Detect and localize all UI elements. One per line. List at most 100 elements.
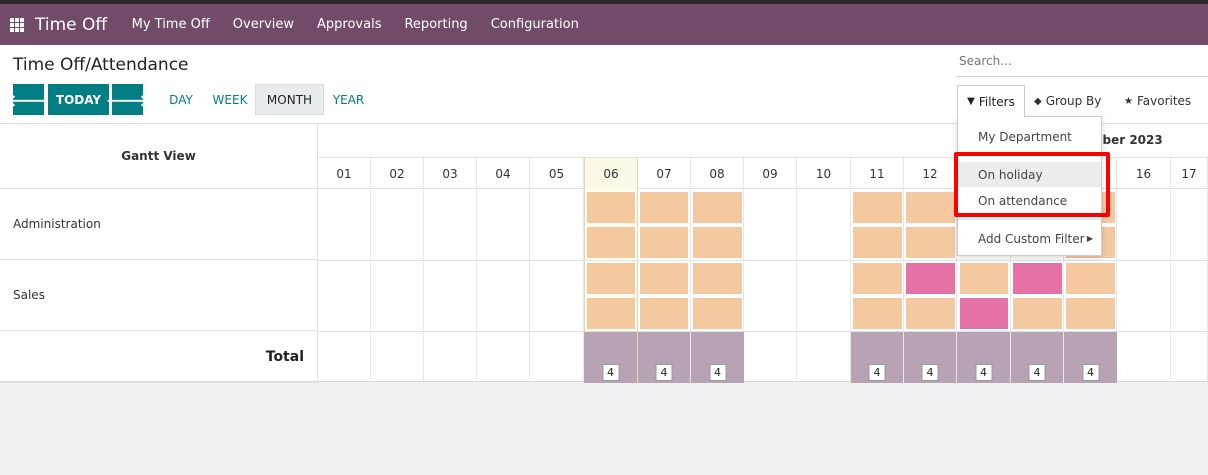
day-column[interactable] [1117,189,1171,383]
time-off-pill-holiday[interactable] [906,263,955,294]
time-off-pill[interactable] [1013,298,1062,329]
time-off-pill-holiday[interactable] [960,298,1008,329]
day-header-02: 02 [371,158,424,189]
day-header-17: 17 [1171,158,1208,189]
time-off-pill[interactable] [906,298,955,329]
menu-divider [958,219,1101,220]
day-header-01: 01 [318,158,371,189]
day-column[interactable] [477,189,530,383]
time-off-pill[interactable] [640,263,688,294]
add-custom-filter-label: Add Custom Filter [978,231,1085,246]
row-label-administration[interactable]: Administration [0,189,318,260]
today-button[interactable]: TODAY [48,84,109,115]
total-bar-15: 4 [1064,332,1117,383]
time-off-pill-holiday[interactable] [1013,263,1062,294]
day-header-05: 05 [530,158,584,189]
day-header-12: 12 [904,158,957,189]
star-icon: ★ [1124,95,1133,107]
time-off-pill[interactable] [906,227,955,258]
total-count: 4 [602,364,619,381]
filter-my-department[interactable]: My Department [958,124,1101,149]
time-off-pill[interactable] [640,192,688,223]
time-off-pill[interactable] [960,263,1008,294]
day-column[interactable] [744,189,797,383]
day-header-06: 06 [584,158,638,189]
time-off-pill[interactable] [693,192,742,223]
apps-grid-icon[interactable] [10,17,24,32]
day-header-08: 08 [691,158,744,189]
time-off-pill[interactable] [587,227,635,258]
favorites-label: Favorites [1136,94,1192,108]
total-bar-08: 4 [691,332,744,383]
nav-approvals[interactable]: Approvals [306,17,393,32]
nav-my-time-off[interactable]: My Time Off [120,17,221,32]
time-off-pill[interactable] [853,192,902,223]
total-bar-13: 4 [957,332,1010,383]
group-by-label: Group By [1045,94,1102,108]
time-off-pill[interactable] [853,263,902,294]
total-bar-06: 4 [584,332,637,383]
time-off-pill[interactable] [587,263,635,294]
day-header-10: 10 [797,158,851,189]
day-header-04: 04 [477,158,530,189]
top-navbar: Time Off My Time Off Overview Approvals … [0,4,1208,45]
add-custom-filter[interactable]: Add Custom Filter ▶ [958,226,1101,251]
total-count: 4 [868,364,886,381]
day-column[interactable] [424,189,477,383]
filters-button[interactable]: ▼ Filters [957,85,1025,117]
scale-year-button[interactable]: YEAR [326,84,371,115]
row-divider [318,260,1208,261]
total-bar-12: 4 [904,332,956,383]
total-count: 4 [1028,364,1046,381]
highlight-annotation-box [954,152,1110,217]
time-off-pill[interactable] [640,298,688,329]
total-bar-11: 4 [851,332,903,383]
nav-configuration[interactable]: Configuration [479,17,590,32]
day-header-16: 16 [1117,158,1171,189]
time-off-pill[interactable] [853,298,902,329]
caret-right-icon: ▶ [1086,234,1093,243]
time-off-pill[interactable] [1066,298,1115,329]
search-box[interactable] [956,45,1208,77]
time-off-pill[interactable] [587,192,635,223]
favorites-button[interactable]: ★ Favorites [1124,85,1191,117]
time-off-pill[interactable] [693,298,742,329]
day-column[interactable] [371,189,424,383]
gantt-view-title: Gantt View [0,124,318,189]
search-input[interactable] [956,45,1208,76]
nav-reporting[interactable]: Reporting [393,17,479,32]
day-column[interactable] [530,189,584,383]
scale-day-button[interactable]: DAY [162,84,200,115]
time-off-pill[interactable] [587,298,635,329]
day-header-11: 11 [851,158,904,189]
day-column[interactable] [797,189,851,383]
row-label-total: Total [0,331,318,383]
time-off-pill[interactable] [693,263,742,294]
arrow-right-icon: 🡒 [106,90,149,110]
total-count: 4 [975,364,992,381]
time-off-pill[interactable] [1066,263,1115,294]
time-off-pill[interactable] [640,227,688,258]
row-label-sales[interactable]: Sales [0,260,318,331]
previous-button[interactable]: 🡐 [7,84,50,115]
app-brand[interactable]: Time Off [35,15,107,35]
scale-month-button[interactable]: MONTH [255,84,324,115]
day-column[interactable] [1171,189,1208,383]
layers-icon: ◆ [1034,95,1042,107]
time-off-pill[interactable] [853,227,902,258]
time-off-pill[interactable] [906,192,955,223]
next-button[interactable]: 🡒 [106,84,149,115]
page-title: Time Off/Attendance [13,55,189,75]
group-by-button[interactable]: ◆ Group By [1034,85,1101,117]
total-bar-14: 4 [1011,332,1063,383]
time-off-pill[interactable] [693,227,742,258]
total-count: 4 [655,364,673,381]
day-column[interactable] [318,189,371,383]
day-header-03: 03 [424,158,477,189]
scale-week-button[interactable]: WEEK [205,84,255,115]
main-content: Time Off/Attendance 🡐 TODAY 🡒 DAY WEEK M… [0,45,1208,383]
total-count: 4 [1082,364,1099,381]
nav-overview[interactable]: Overview [221,17,305,32]
total-count: 4 [709,364,726,381]
total-count: 4 [921,364,939,381]
